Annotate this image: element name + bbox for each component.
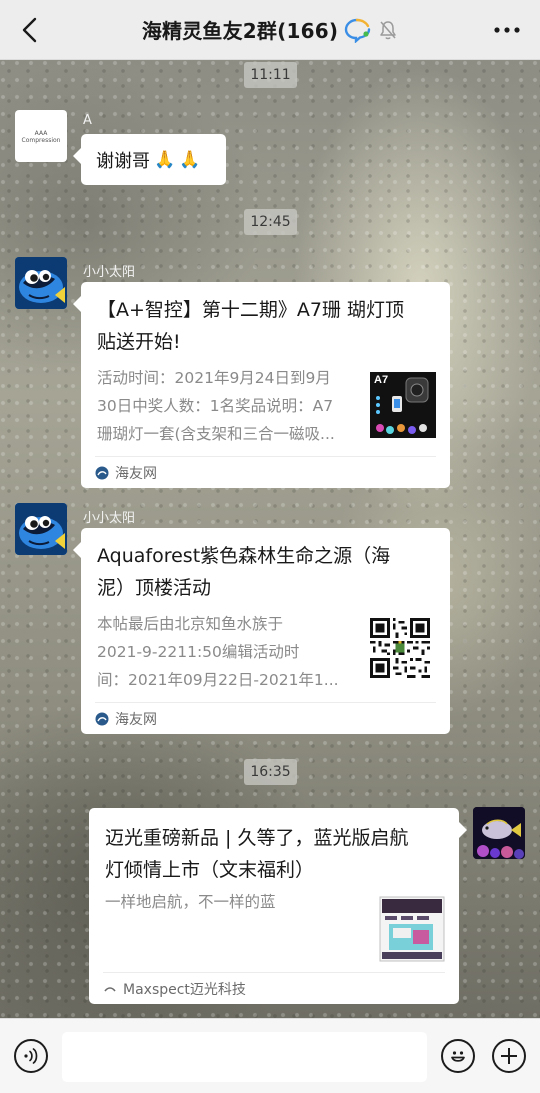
card-body: 活动时间：2021年9月24日到9月 30日中奖人数：1名奖品说明：A7 珊瑚灯… [97, 364, 436, 448]
timestamp: 16:35 [244, 759, 297, 785]
chat-header: 海精灵鱼友2群(166) [0, 0, 540, 60]
card-description: 一样地启航，不一样的蓝 [105, 888, 276, 962]
avatar-xiaoxiaotaiyang[interactable] [15, 503, 67, 555]
maxspect-logo-icon [104, 986, 116, 992]
more-dots-icon [494, 27, 520, 33]
message-text: 谢谢哥 [96, 150, 150, 172]
pray-emoji: 🙏 [154, 149, 176, 170]
wecom-group-icon [344, 18, 371, 43]
chat-title: 海精灵鱼友2群(166) [141, 19, 339, 43]
card-thumbnail: A7 [370, 372, 436, 438]
card-title: 迈光重磅新品 | 久等了，蓝光版启航 灯倾情上市（文末福利） [105, 822, 445, 886]
pray-emoji: 🙏 [179, 149, 201, 170]
card-source-name: 海友网 [115, 465, 157, 482]
card-source: Maxspect迈光科技 [103, 972, 445, 1004]
card-title: Aquaforest紫色森林生命之源（海 泥）顶楼活动 [97, 540, 436, 604]
card-title-line: 泥）顶楼活动 [97, 577, 212, 599]
card-source-name: Maxspect迈光科技 [123, 981, 246, 998]
card-title-line: Aquaforest紫色森林生命之源（海 [97, 545, 391, 567]
card-description: 本帖最后由北京知鱼水族于 2021-9-2211:50编辑活动时 间：2021年… [97, 610, 339, 694]
input-bar [0, 1018, 540, 1093]
card-description: 活动时间：2021年9月24日到9月 30日中奖人数：1名奖品说明：A7 珊瑚灯… [97, 364, 335, 448]
card-thumbnail-qr [370, 618, 436, 684]
card-title-line: 灯倾情上市（文末福利） [105, 859, 315, 881]
qr-code-icon [370, 618, 430, 678]
lamp-screenshot-thumbnail-icon [379, 896, 445, 962]
card-source: 海友网 [95, 456, 436, 488]
card-desc-line: 一样地启航，不一样的蓝 [105, 893, 276, 911]
dory-fish-avatar-icon [15, 257, 67, 309]
smiley-icon [451, 1051, 465, 1062]
card-desc-line: 珊瑚灯一套(含支架和三合一磁吸... [97, 425, 335, 443]
card-desc-line: 2021-9-2211:50编辑活动时 [97, 643, 300, 661]
mute-bell-icon [380, 20, 396, 39]
haiyou-logo-icon [95, 466, 109, 479]
timestamp: 11:11 [244, 62, 297, 88]
card-source-name: 海友网 [115, 711, 157, 728]
plus-icon [501, 1048, 517, 1064]
card-desc-line: 活动时间：2021年9月24日到9月 [97, 369, 331, 387]
timestamp: 12:45 [244, 209, 297, 235]
tang-fish-avatar-icon [473, 807, 525, 859]
link-card-a7[interactable]: 【A+智控】第十二期》A7珊 瑚灯顶 贴送开始! 活动时间：2021年9月24日… [73, 282, 450, 488]
emoji-button[interactable] [441, 1039, 475, 1073]
back-button[interactable] [14, 14, 46, 46]
card-body: 本帖最后由北京知鱼水族于 2021-9-2211:50编辑活动时 间：2021年… [97, 610, 436, 694]
dory-fish-avatar-icon [15, 503, 67, 555]
message-input[interactable] [62, 1032, 427, 1082]
card-title-line: 【A+智控】第十二期》A7珊 瑚灯顶 [97, 299, 405, 321]
sender-name: 小小太阳 [83, 511, 136, 526]
more-functions-button[interactable] [492, 1039, 526, 1073]
haiyou-logo-icon [95, 712, 109, 725]
card-source: 海友网 [95, 702, 436, 734]
card-title-line: 贴送开始! [97, 331, 181, 353]
link-card-maxspect[interactable]: 迈光重磅新品 | 久等了，蓝光版启航 灯倾情上市（文末福利） 一样地启航，不一样… [89, 808, 467, 1004]
card-title: 【A+智控】第十二期》A7珊 瑚灯顶 贴送开始! [97, 294, 436, 358]
avatar-self[interactable] [473, 807, 525, 859]
card-desc-line: 间：2021年09月22日-2021年1... [97, 671, 339, 689]
coral-light-thumbnail-icon [376, 377, 429, 434]
avatar-xiaoxiaotaiyang[interactable] [15, 257, 67, 309]
more-options-button[interactable] [492, 16, 522, 44]
card-title-line: 迈光重磅新品 | 久等了，蓝光版启航 [105, 827, 409, 849]
sender-name: A [83, 113, 92, 128]
card-thumbnail [379, 896, 445, 962]
card-desc-line: 本帖最后由北京知鱼水族于 [97, 615, 284, 633]
avatar-a[interactable]: AAA Compression [15, 110, 67, 162]
avatar-logo-text: AAA Compression [21, 130, 61, 144]
card-body: 一样地启航，不一样的蓝 [105, 888, 445, 962]
card-desc-line: 30日中奖人数：1名奖品说明：A7 [97, 397, 334, 415]
voice-input-button[interactable] [14, 1039, 48, 1073]
chevron-left-icon [22, 17, 37, 43]
link-card-aquaforest[interactable]: Aquaforest紫色森林生命之源（海 泥）顶楼活动 本帖最后由北京知鱼水族于… [73, 528, 450, 734]
chat-title-group: 海精灵鱼友2群(166) [142, 15, 398, 44]
message-bubble[interactable]: 谢谢哥 🙏 🙏 [73, 134, 226, 185]
voice-icon [24, 1048, 38, 1064]
sender-name: 小小太阳 [83, 265, 136, 280]
